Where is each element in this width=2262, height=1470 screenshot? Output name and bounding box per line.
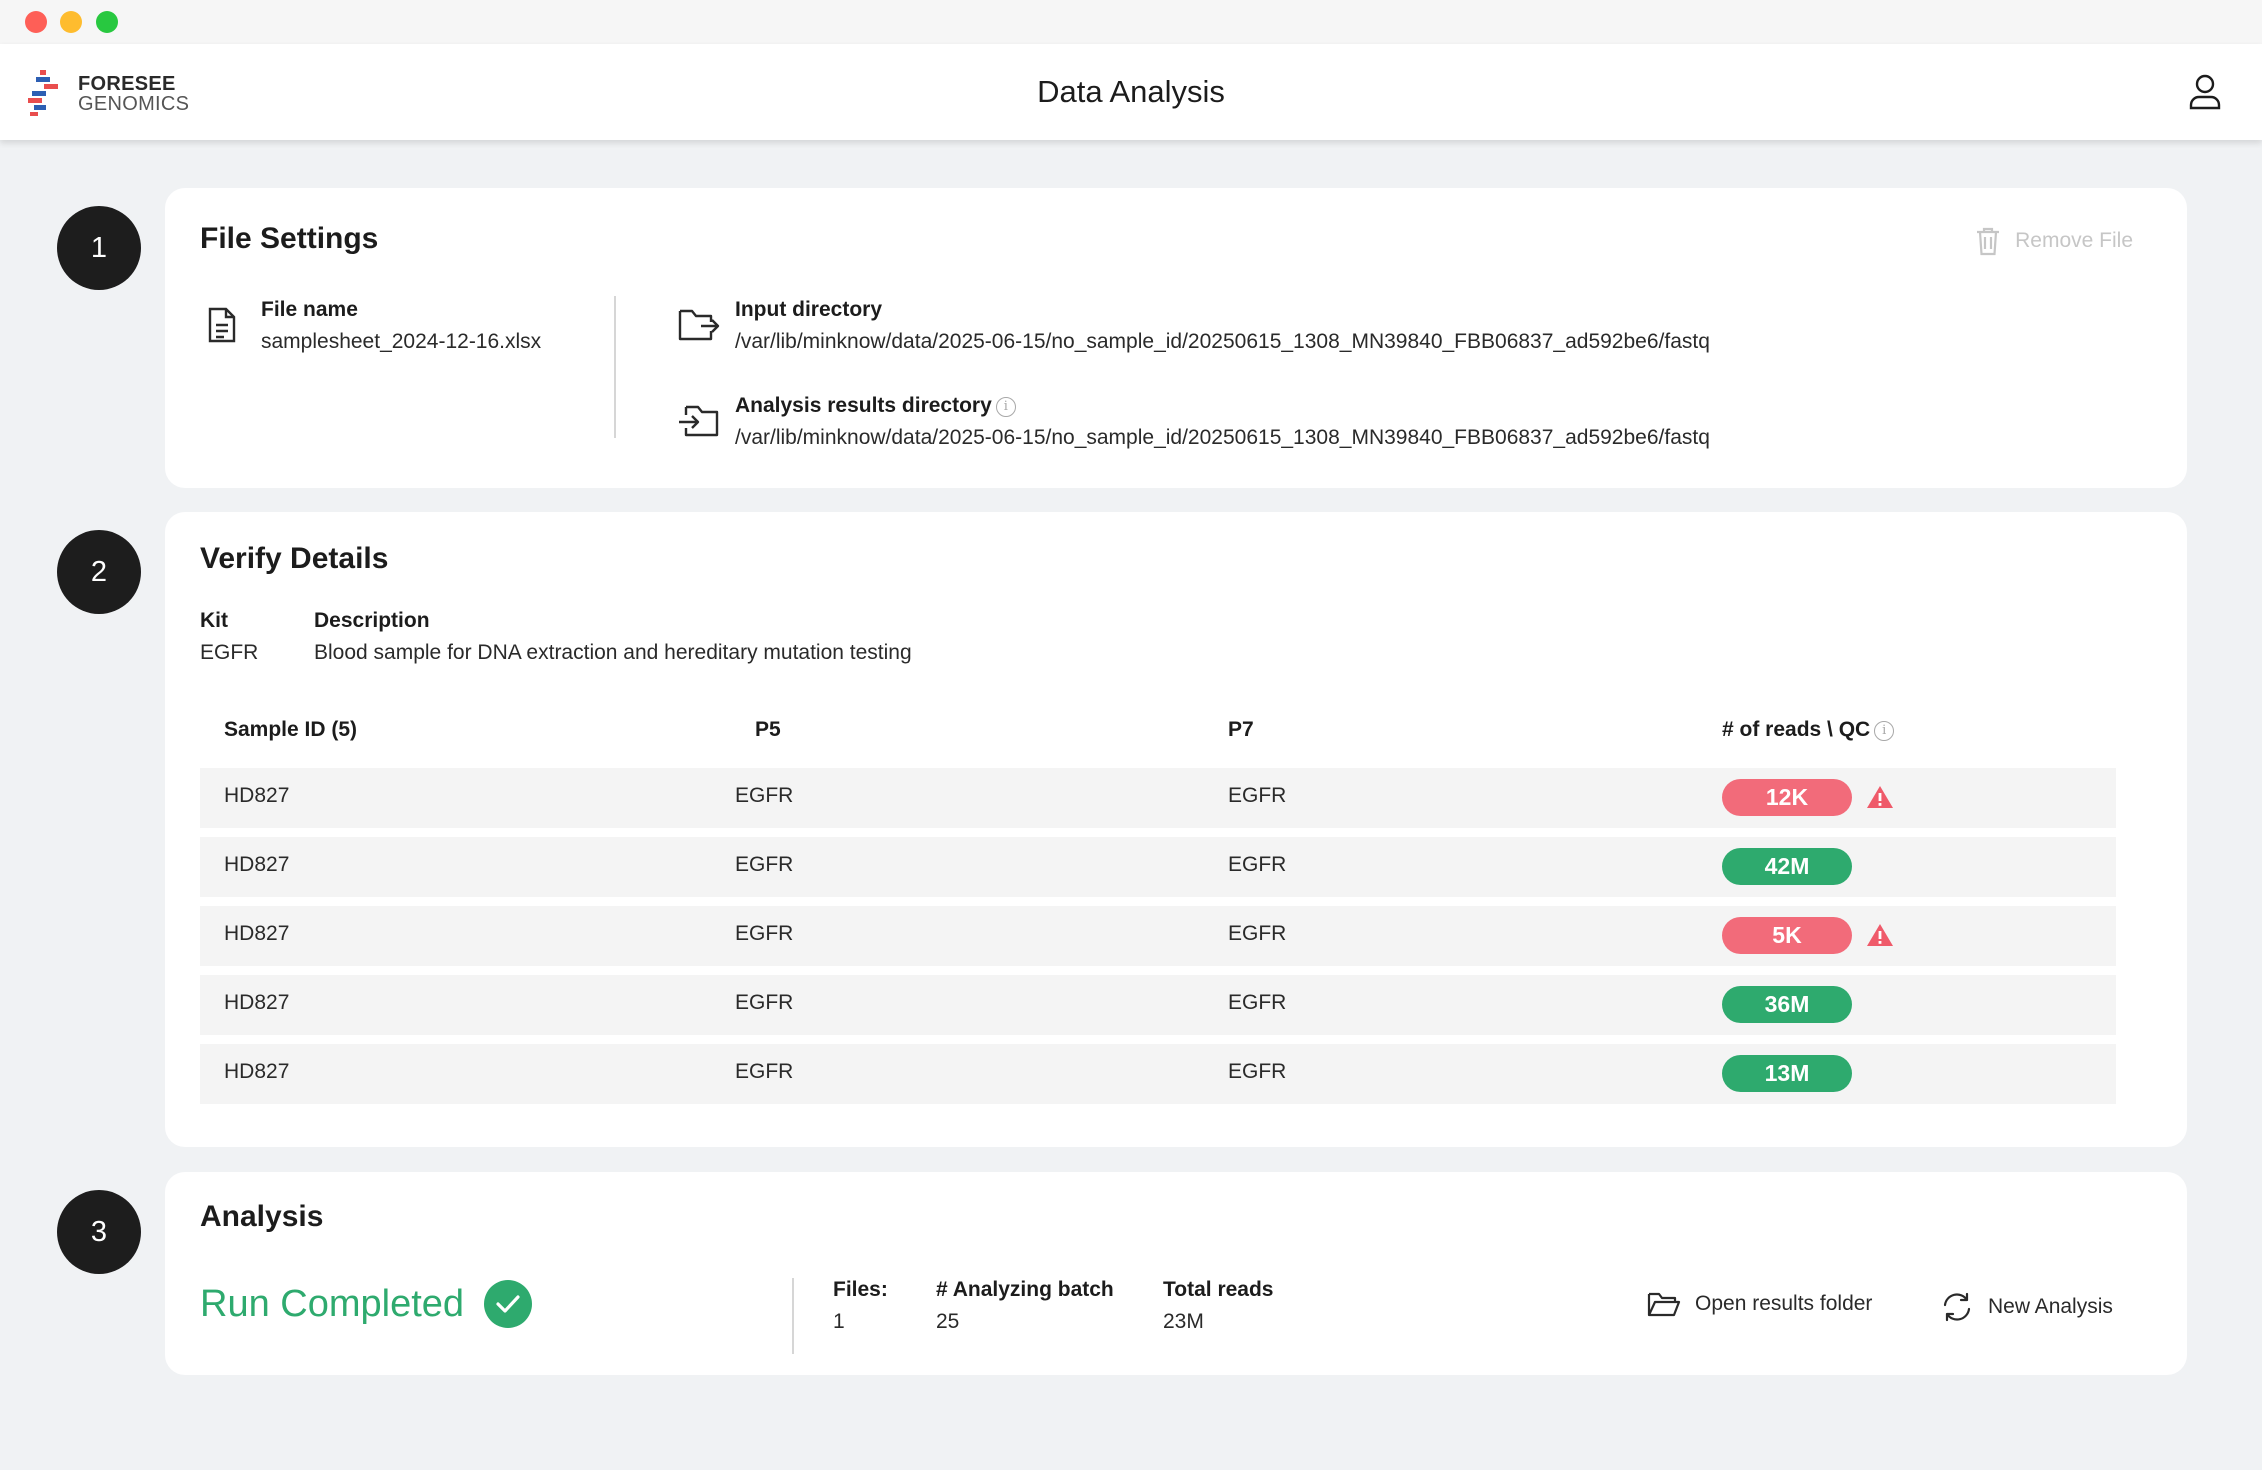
folder-open-icon — [1647, 1292, 1681, 1317]
results-directory-label: Analysis results directory — [735, 394, 992, 417]
column-header-reads-qc: # of reads \ QC i — [1722, 718, 1895, 742]
remove-file-label: Remove File — [2015, 229, 2133, 252]
verify-details-title: Verify Details — [200, 542, 389, 575]
window-titlebar — [0, 0, 2262, 44]
step-3-badge: 3 — [57, 1190, 141, 1274]
total-reads-label: Total reads — [1163, 1278, 1274, 1301]
batch-value: 25 — [936, 1310, 960, 1333]
p5-cell: EGFR — [735, 853, 794, 876]
description-value: Blood sample for DNA extraction and here… — [314, 641, 912, 664]
table-row[interactable]: HD827 EGFR EGFR 13M — [200, 1044, 2116, 1104]
warning-icon — [1867, 786, 1893, 808]
kit-value: EGFR — [200, 641, 259, 664]
file-name-value: samplesheet_2024-12-16.xlsx — [261, 330, 542, 353]
input-directory-value: /var/lib/minknow/data/2025-06-15/no_samp… — [735, 330, 1710, 353]
window-maximize-button[interactable] — [96, 11, 118, 33]
results-directory-value: /var/lib/minknow/data/2025-06-15/no_samp… — [735, 426, 1710, 449]
divider — [614, 296, 616, 438]
info-icon[interactable]: i — [1874, 721, 1895, 741]
verify-details-card: Verify Details Kit EGFR Description Bloo… — [165, 512, 2187, 1147]
step-1-badge: 1 — [57, 206, 141, 290]
p7-cell: EGFR — [1228, 853, 1287, 876]
reads-qc-badge: 5K — [1722, 917, 1852, 954]
window-close-button[interactable] — [25, 11, 47, 33]
total-reads-stat: Total reads 23M — [1163, 1278, 1273, 1334]
user-icon[interactable] — [2188, 74, 2222, 110]
sample-id-cell: HD827 — [224, 853, 290, 876]
p7-cell: EGFR — [1228, 1060, 1287, 1083]
p7-cell: EGFR — [1228, 991, 1287, 1014]
table-row[interactable]: HD827 EGFR EGFR 5K — [200, 906, 2116, 966]
info-icon[interactable]: i — [995, 397, 1016, 417]
remove-file-button[interactable]: Remove File — [1975, 226, 2133, 256]
batch-label: # Analyzing batch — [936, 1278, 1114, 1301]
run-status: Run Completed — [200, 1280, 533, 1328]
reads-qc-badge: 13M — [1722, 1055, 1852, 1092]
input-directory-label: Input directory — [735, 298, 883, 321]
p7-cell: EGFR — [1228, 784, 1287, 807]
window-minimize-button[interactable] — [60, 11, 82, 33]
table-row[interactable]: HD827 EGFR EGFR 42M — [200, 837, 2116, 897]
column-header-sample-id: Sample ID (5) — [224, 718, 358, 741]
check-icon — [484, 1280, 533, 1328]
files-label: Files: — [833, 1278, 888, 1301]
file-name-label: File name — [261, 298, 358, 321]
open-results-folder-button[interactable]: Open results folder — [1647, 1290, 1872, 1318]
trash-icon — [1977, 227, 2000, 256]
sample-id-cell: HD827 — [224, 784, 290, 807]
folder-import-icon — [679, 405, 719, 437]
reads-qc-badge: 42M — [1722, 848, 1852, 885]
p5-cell: EGFR — [735, 922, 794, 945]
p5-cell: EGFR — [735, 991, 794, 1014]
table-row[interactable]: HD827 EGFR EGFR 12K — [200, 768, 2116, 828]
column-header-p5: P5 — [755, 718, 781, 741]
file-icon — [208, 307, 236, 343]
refresh-icon — [1943, 1292, 1971, 1322]
reads-qc-label: # of reads \ QC — [1722, 718, 1871, 741]
column-header-p7: P7 — [1228, 718, 1254, 741]
description-label: Description — [314, 609, 430, 632]
app-header: FORESEE GENOMICS Data Analysis — [0, 44, 2262, 140]
file-settings-title: File Settings — [200, 222, 379, 255]
table-row[interactable]: HD827 EGFR EGFR 36M — [200, 975, 2116, 1035]
new-analysis-label: New Analysis — [1988, 1295, 2113, 1318]
folder-export-icon — [678, 309, 720, 341]
warning-icon — [1867, 924, 1893, 946]
reads-qc-badge: 36M — [1722, 986, 1852, 1023]
total-reads-value: 23M — [1163, 1310, 1204, 1333]
new-analysis-button[interactable]: New Analysis — [1940, 1290, 2113, 1324]
sample-id-cell: HD827 — [224, 1060, 290, 1083]
p7-cell: EGFR — [1228, 922, 1287, 945]
files-stat: Files: 1 — [833, 1278, 888, 1334]
kit-label: Kit — [200, 609, 228, 632]
files-value: 1 — [833, 1310, 845, 1333]
analysis-card: Analysis Run Completed Files: 1 # Analyz… — [165, 1172, 2187, 1375]
page-title: Data Analysis — [1037, 74, 1225, 109]
p5-cell: EGFR — [735, 784, 794, 807]
reads-qc-badge: 12K — [1722, 779, 1852, 816]
divider — [792, 1278, 794, 1354]
p5-cell: EGFR — [735, 1060, 794, 1083]
open-results-folder-label: Open results folder — [1695, 1292, 1873, 1315]
sample-id-cell: HD827 — [224, 991, 290, 1014]
file-settings-card: File Settings Remove File File name samp… — [165, 188, 2187, 488]
step-2-badge: 2 — [57, 530, 141, 614]
sample-id-cell: HD827 — [224, 922, 290, 945]
analysis-title: Analysis — [200, 1200, 324, 1233]
run-status-label: Run Completed — [200, 1282, 465, 1325]
batch-stat: # Analyzing batch 25 — [936, 1278, 1114, 1334]
